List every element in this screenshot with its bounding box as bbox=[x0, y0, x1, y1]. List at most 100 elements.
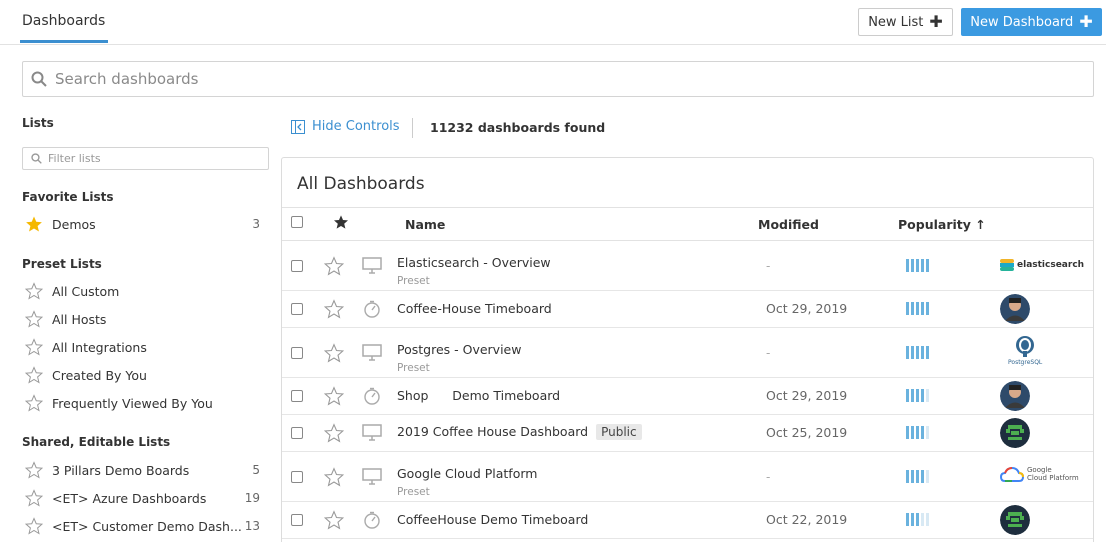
table-header: Name Modified Popularity ↑ bbox=[282, 207, 1093, 241]
row-checkbox[interactable] bbox=[291, 347, 303, 359]
dashboards-found-count: 11232 dashboards found bbox=[430, 120, 606, 135]
sidebar-item-customer-demo[interactable]: <ET> Customer Demo Dash... 13 bbox=[24, 515, 264, 537]
star-outline-icon[interactable] bbox=[24, 460, 44, 480]
column-header-modified[interactable]: Modified bbox=[758, 217, 819, 232]
new-dashboard-label: New Dashboard bbox=[970, 14, 1074, 30]
table-row[interactable]: 2019 Coffee House Dashboard Public Oct 25… bbox=[282, 415, 1093, 452]
modified-date: - bbox=[766, 259, 771, 273]
modified-date: - bbox=[766, 346, 771, 360]
sidebar-item-label: All Hosts bbox=[52, 311, 107, 327]
search-input[interactable] bbox=[55, 70, 955, 88]
row-checkbox[interactable] bbox=[291, 390, 303, 402]
public-badge: Public bbox=[596, 424, 642, 440]
sidebar-item-3-pillars[interactable]: 3 Pillars Demo Boards 5 bbox=[24, 459, 264, 481]
modified-date: Oct 22, 2019 bbox=[766, 512, 848, 527]
star-outline-icon[interactable] bbox=[324, 510, 344, 530]
hide-controls-link[interactable]: Hide Controls bbox=[291, 119, 400, 134]
collapse-panel-icon bbox=[291, 119, 305, 134]
screenboard-icon bbox=[362, 257, 382, 274]
tab-active-indicator bbox=[20, 40, 108, 43]
sidebar-item-all-integrations[interactable]: All Integrations bbox=[24, 336, 264, 358]
search-bar[interactable] bbox=[22, 61, 1094, 97]
sidebar-item-label: Created By You bbox=[52, 367, 147, 383]
avatar bbox=[1000, 294, 1030, 324]
modified-date: Oct 25, 2019 bbox=[766, 425, 848, 440]
star-outline-icon[interactable] bbox=[324, 386, 344, 406]
sidebar-item-label: All Custom bbox=[52, 283, 120, 299]
star-outline-icon[interactable] bbox=[324, 467, 344, 487]
table-row[interactable]: Elasticsearch - Overview Preset - elasti… bbox=[282, 241, 1093, 291]
sidebar-item-all-custom[interactable]: All Custom bbox=[24, 280, 264, 302]
sidebar-item-label: All Integrations bbox=[52, 339, 147, 355]
star-outline-icon[interactable] bbox=[324, 343, 344, 363]
row-checkbox[interactable] bbox=[291, 303, 303, 315]
star-outline-icon[interactable] bbox=[24, 393, 44, 413]
star-outline-icon[interactable] bbox=[24, 281, 44, 301]
postgresql-logo: PostgreSQL bbox=[1008, 335, 1042, 366]
star-outline-icon[interactable] bbox=[324, 423, 344, 443]
popularity-bars bbox=[906, 513, 929, 526]
dashboard-name[interactable]: Google Cloud Platform bbox=[397, 466, 537, 481]
google-cloud-logo: Google Cloud Platform bbox=[1000, 467, 1079, 483]
table-row[interactable]: Shop Demo Timeboard Oct 29, 2019 bbox=[282, 378, 1093, 415]
column-header-popularity[interactable]: Popularity ↑ bbox=[898, 217, 986, 232]
list-count: 13 bbox=[244, 519, 260, 533]
row-checkbox[interactable] bbox=[291, 471, 303, 483]
hide-controls-label: Hide Controls bbox=[312, 119, 400, 134]
dashboard-name[interactable]: Shop Demo Timeboard bbox=[397, 388, 560, 403]
star-outline-icon[interactable] bbox=[324, 299, 344, 319]
timeboard-icon bbox=[364, 387, 380, 405]
table-row[interactable]: Google Cloud Platform Preset - Google Cl… bbox=[282, 452, 1093, 502]
sidebar-item-label: <ET> Azure Dashboards bbox=[52, 490, 207, 506]
list-count: 19 bbox=[244, 491, 260, 505]
timeboard-icon bbox=[364, 511, 380, 529]
timeboard-icon bbox=[364, 300, 380, 318]
new-list-button[interactable]: New List ✚ bbox=[858, 8, 953, 36]
filter-lists-input[interactable] bbox=[48, 152, 248, 165]
table-row[interactable]: Coffee-House Timeboard Oct 29, 2019 bbox=[282, 291, 1093, 328]
screenboard-icon bbox=[362, 344, 382, 361]
modified-date: - bbox=[766, 470, 771, 484]
avatar bbox=[1000, 505, 1030, 535]
star-filled-icon[interactable] bbox=[333, 214, 349, 234]
top-bar: Dashboards New List ✚ New Dashboard ✚ bbox=[0, 0, 1106, 45]
dashboard-preset-label: Preset bbox=[397, 275, 430, 287]
star-outline-icon[interactable] bbox=[24, 516, 44, 536]
star-outline-icon[interactable] bbox=[24, 365, 44, 385]
filter-lists[interactable] bbox=[22, 147, 269, 170]
table-row[interactable]: CoffeeHouse Demo Timeboard Oct 22, 2019 bbox=[282, 502, 1093, 539]
row-checkbox[interactable] bbox=[291, 260, 303, 272]
sidebar-item-frequently-viewed[interactable]: Frequently Viewed By You bbox=[24, 392, 264, 414]
row-checkbox[interactable] bbox=[291, 427, 303, 439]
dashboard-name[interactable]: Postgres - Overview bbox=[397, 342, 521, 357]
sidebar-item-all-hosts[interactable]: All Hosts bbox=[24, 308, 264, 330]
popularity-bars bbox=[906, 470, 929, 483]
plus-icon: ✚ bbox=[1079, 12, 1093, 31]
favorite-lists-heading: Favorite Lists bbox=[22, 190, 114, 204]
lists-heading: Lists bbox=[22, 116, 54, 130]
popularity-bars bbox=[906, 346, 929, 359]
row-checkbox[interactable] bbox=[291, 514, 303, 526]
table-row[interactable]: Postgres - Overview Preset - PostgreSQL bbox=[282, 328, 1093, 378]
star-outline-icon[interactable] bbox=[324, 256, 344, 276]
sidebar-item-created-by-you[interactable]: Created By You bbox=[24, 364, 264, 386]
star-outline-icon[interactable] bbox=[24, 337, 44, 357]
tab-dashboards[interactable]: Dashboards bbox=[22, 13, 105, 29]
star-filled-icon[interactable] bbox=[24, 214, 44, 234]
dashboard-name[interactable]: Elasticsearch - Overview bbox=[397, 255, 551, 270]
star-outline-icon[interactable] bbox=[24, 488, 44, 508]
elasticsearch-logo: elasticsearch bbox=[1000, 258, 1084, 272]
select-all-checkbox[interactable] bbox=[291, 216, 303, 228]
dashboard-name[interactable]: 2019 Coffee House Dashboard Public bbox=[397, 424, 642, 440]
dashboard-name[interactable]: CoffeeHouse Demo Timeboard bbox=[397, 512, 588, 527]
sidebar-item-azure[interactable]: <ET> Azure Dashboards 19 bbox=[24, 487, 264, 509]
column-header-name[interactable]: Name bbox=[405, 217, 445, 232]
sidebar-item-demos[interactable]: Demos 3 bbox=[24, 213, 264, 235]
avatar bbox=[1000, 381, 1030, 411]
preset-lists-heading: Preset Lists bbox=[22, 257, 102, 271]
dashboard-name[interactable]: Coffee-House Timeboard bbox=[397, 301, 552, 316]
sidebar-item-label: Frequently Viewed By You bbox=[52, 395, 213, 411]
new-dashboard-button[interactable]: New Dashboard ✚ bbox=[961, 8, 1102, 36]
popularity-bars bbox=[906, 259, 929, 272]
star-outline-icon[interactable] bbox=[24, 309, 44, 329]
